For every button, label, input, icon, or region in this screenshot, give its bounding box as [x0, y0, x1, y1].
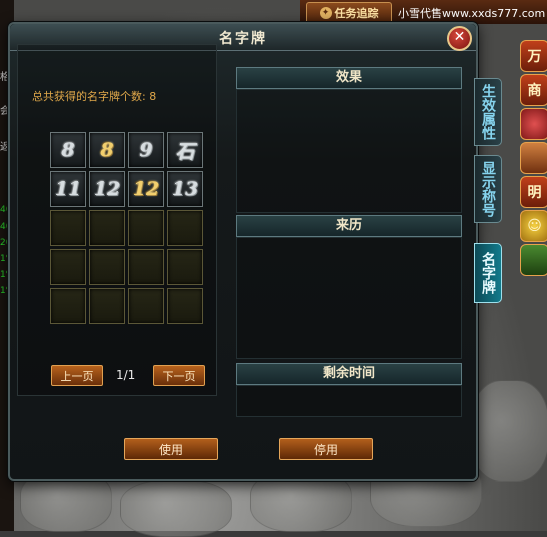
- remaining-time-body: [236, 385, 462, 417]
- empty-plate-slot[interactable]: [167, 249, 203, 285]
- effect-section-body: [236, 89, 462, 213]
- empty-plate-slot[interactable]: [128, 288, 164, 324]
- tab-name-plate[interactable]: 名字牌: [474, 243, 502, 303]
- name-plate-glyph: 12: [132, 178, 160, 200]
- activity-icon[interactable]: 万: [520, 40, 547, 72]
- name-plate-glyph: 8: [61, 139, 75, 161]
- effect-section-header: 效果: [236, 67, 462, 89]
- page-indicator: 1/1: [116, 368, 136, 382]
- origin-section-body: [236, 237, 462, 359]
- task-track-label: 任务追踪: [334, 7, 379, 20]
- stop-button[interactable]: 停用: [279, 438, 373, 460]
- close-button[interactable]: ✕: [447, 26, 472, 51]
- plate-slot[interactable]: 12: [89, 171, 125, 207]
- close-icon: ✕: [453, 29, 466, 45]
- next-page-button[interactable]: 下一页: [153, 365, 205, 386]
- empty-plate-slot[interactable]: [50, 249, 86, 285]
- plate-count-label: 总共获得的名字牌个数: 8: [32, 90, 157, 103]
- task-track-button[interactable]: ✦ 任务追踪: [306, 2, 392, 24]
- tab-display-title[interactable]: 显示称号: [474, 155, 502, 223]
- empty-plate-slot[interactable]: [167, 288, 203, 324]
- plate-grid: 8 8 9 石 11 12 12 13: [50, 132, 206, 328]
- empty-plate-slot[interactable]: [89, 288, 125, 324]
- ming-icon[interactable]: 明: [520, 176, 547, 208]
- plate-slot[interactable]: 13: [167, 171, 203, 207]
- scroll-icon: ✦: [319, 7, 332, 19]
- name-plate-glyph: 石: [175, 140, 195, 163]
- empty-plate-slot[interactable]: [50, 210, 86, 246]
- empty-plate-slot[interactable]: [128, 210, 164, 246]
- prev-page-button[interactable]: 上一页: [51, 365, 103, 386]
- floor-tile: [470, 380, 547, 482]
- right-activity-icons: 万 商 明 ☺: [520, 40, 547, 290]
- empty-plate-slot[interactable]: [89, 249, 125, 285]
- tab-active-attributes[interactable]: 生效属性: [474, 78, 502, 146]
- plate-slot[interactable]: 12: [128, 171, 164, 207]
- floor-tile: [120, 480, 232, 537]
- plate-slot[interactable]: 11: [50, 171, 86, 207]
- smiley-icon[interactable]: ☺: [520, 210, 547, 242]
- name-plate-glyph: 9: [139, 139, 153, 161]
- empty-plate-slot[interactable]: [50, 288, 86, 324]
- shop-icon[interactable]: 商: [520, 74, 547, 106]
- remaining-time-header: 剩余时间: [236, 363, 462, 385]
- name-plate-glyph: 8: [100, 139, 114, 161]
- name-plate-glyph: 11: [54, 178, 82, 200]
- empty-plate-slot[interactable]: [128, 249, 164, 285]
- pet-icon[interactable]: [520, 244, 547, 276]
- name-plate-glyph: 12: [93, 178, 121, 200]
- watermark-text: 小雪代售www.xxds777.com: [398, 7, 546, 20]
- empty-plate-slot[interactable]: [167, 210, 203, 246]
- name-plate-glyph: 13: [171, 178, 199, 200]
- lips-icon[interactable]: [520, 108, 547, 140]
- empty-plate-slot[interactable]: [89, 210, 125, 246]
- character-icon[interactable]: [520, 142, 547, 174]
- plate-slot[interactable]: 8: [50, 132, 86, 168]
- origin-section-header: 来历: [236, 215, 462, 237]
- plate-slot[interactable]: 石: [167, 132, 203, 168]
- use-button[interactable]: 使用: [124, 438, 218, 460]
- plate-slot[interactable]: 8: [89, 132, 125, 168]
- plate-slot[interactable]: 9: [128, 132, 164, 168]
